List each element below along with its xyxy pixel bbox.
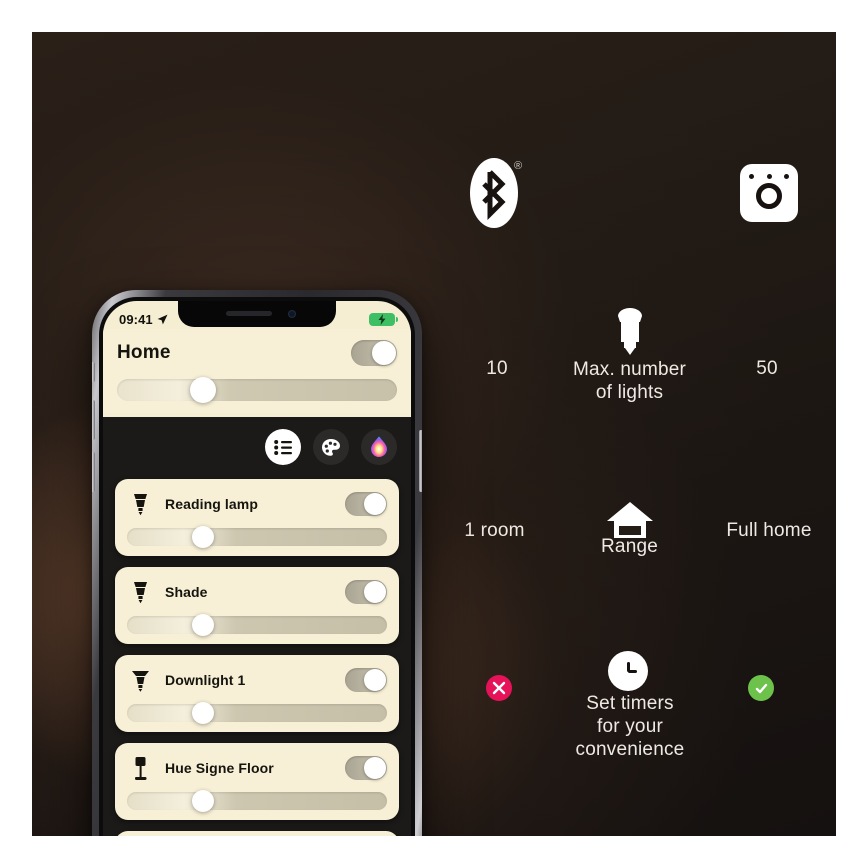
home-header-row: Home	[117, 335, 397, 371]
slider-knob[interactable]	[189, 377, 216, 403]
home-master-toggle[interactable]	[351, 340, 397, 366]
check-circle-icon	[748, 675, 774, 701]
light-row: Shade	[127, 575, 387, 609]
registered-mark: ®	[514, 160, 523, 172]
view-mode-tabs[interactable]	[265, 429, 397, 465]
light-toggle[interactable]	[345, 492, 387, 516]
home-header-card: Home	[103, 329, 411, 413]
status-bar-time: 09:41	[119, 311, 153, 327]
toggle-knob	[364, 757, 386, 779]
list-icon	[273, 439, 292, 455]
tab-scenes[interactable]	[313, 429, 349, 465]
light-row: Hue Signe Floor	[127, 751, 387, 785]
light-row: Reading lamp	[127, 487, 387, 521]
range-min-value: 1 room	[464, 520, 525, 541]
downlight-icon	[127, 668, 153, 692]
light-brightness-slider[interactable]	[127, 790, 387, 812]
slider-knob[interactable]	[192, 526, 214, 548]
bridge-led-dots	[749, 174, 789, 179]
floor-lamp-icon	[127, 756, 153, 781]
toggle-knob	[364, 581, 386, 603]
spot-bulb-icon	[127, 580, 153, 604]
list-item[interactable]: Hue Flourish	[115, 831, 399, 836]
spot-bulb-icon	[127, 492, 153, 516]
slider-knob[interactable]	[192, 790, 214, 812]
light-toggle[interactable]	[345, 668, 387, 692]
toggle-knob	[372, 341, 396, 365]
phone-mockup: 09:41 Home Reading lamp Shade Downlight …	[92, 290, 422, 836]
light-name: Hue Signe Floor	[165, 760, 274, 776]
bulb-icon	[618, 308, 642, 355]
range-max-value: Full home	[726, 520, 812, 541]
phone-volume-down-button[interactable]	[92, 452, 95, 492]
timers-label-line2: for your	[596, 716, 663, 737]
tab-list[interactable]	[265, 429, 301, 465]
list-item[interactable]: Reading lamp	[115, 479, 399, 556]
clock-minute-hand	[628, 670, 637, 673]
timers-label: Set timers for your convenience	[530, 692, 730, 761]
light-name: Reading lamp	[165, 496, 258, 512]
phone-bezel: 09:41 Home Reading lamp Shade Downlight …	[99, 297, 415, 836]
slider-knob[interactable]	[192, 702, 214, 724]
phone-screen: 09:41 Home Reading lamp Shade Downlight …	[103, 301, 411, 836]
light-toggle[interactable]	[345, 580, 387, 604]
bridge-button-ring	[756, 183, 782, 209]
toggle-knob	[364, 493, 386, 515]
palette-icon	[322, 438, 340, 456]
product-backdrop: ® 10 Max. number of lights 50 1 room Ran…	[32, 32, 836, 836]
phone-power-button[interactable]	[419, 430, 422, 492]
list-item[interactable]: Shade	[115, 567, 399, 644]
list-item[interactable]: Downlight 1	[115, 655, 399, 732]
timers-label-line1: Set timers	[586, 693, 674, 714]
light-brightness-slider[interactable]	[127, 526, 387, 548]
clock-icon	[608, 651, 648, 691]
location-arrow-icon	[157, 314, 168, 324]
hue-bridge-icon	[740, 164, 798, 222]
slider-knob[interactable]	[192, 614, 214, 636]
tab-colors[interactable]	[361, 429, 397, 465]
range-label: Range	[601, 536, 658, 557]
max-lights-label-line1: Max. number	[572, 359, 687, 380]
status-bar: 09:41	[103, 301, 411, 331]
light-toggle[interactable]	[345, 756, 387, 780]
lights-list[interactable]: Reading lamp Shade Downlight 1 Hue Signe…	[103, 417, 411, 836]
status-bar-right	[369, 312, 398, 326]
x-circle-icon	[486, 675, 512, 701]
bluetooth-icon: ®	[470, 158, 522, 230]
light-brightness-slider[interactable]	[127, 702, 387, 724]
bluetooth-glyph	[482, 170, 506, 221]
home-brightness-slider[interactable]	[117, 377, 397, 403]
phone-volume-up-button[interactable]	[92, 400, 95, 440]
list-item[interactable]: Hue Signe Floor	[115, 743, 399, 820]
battery-charging-icon	[369, 312, 398, 326]
light-brightness-slider[interactable]	[127, 614, 387, 636]
status-bar-time-group: 09:41	[119, 312, 168, 327]
max-lights-label: Max. number of lights	[532, 358, 727, 404]
screenshot-root: ® 10 Max. number of lights 50 1 room Ran…	[0, 0, 868, 868]
light-name: Shade	[165, 584, 208, 600]
phone-silent-switch[interactable]	[92, 362, 95, 382]
light-name: Downlight 1	[165, 672, 246, 688]
timers-label-line3: convenience	[575, 739, 685, 760]
page-title: Home	[117, 342, 171, 363]
max-lights-label-line2: of lights	[595, 382, 664, 403]
max-lights-min-value: 10	[486, 358, 508, 379]
toggle-knob	[364, 669, 386, 691]
max-lights-max-value: 50	[756, 358, 778, 379]
light-row: Downlight 1	[127, 663, 387, 697]
color-bulb-icon	[371, 436, 387, 457]
